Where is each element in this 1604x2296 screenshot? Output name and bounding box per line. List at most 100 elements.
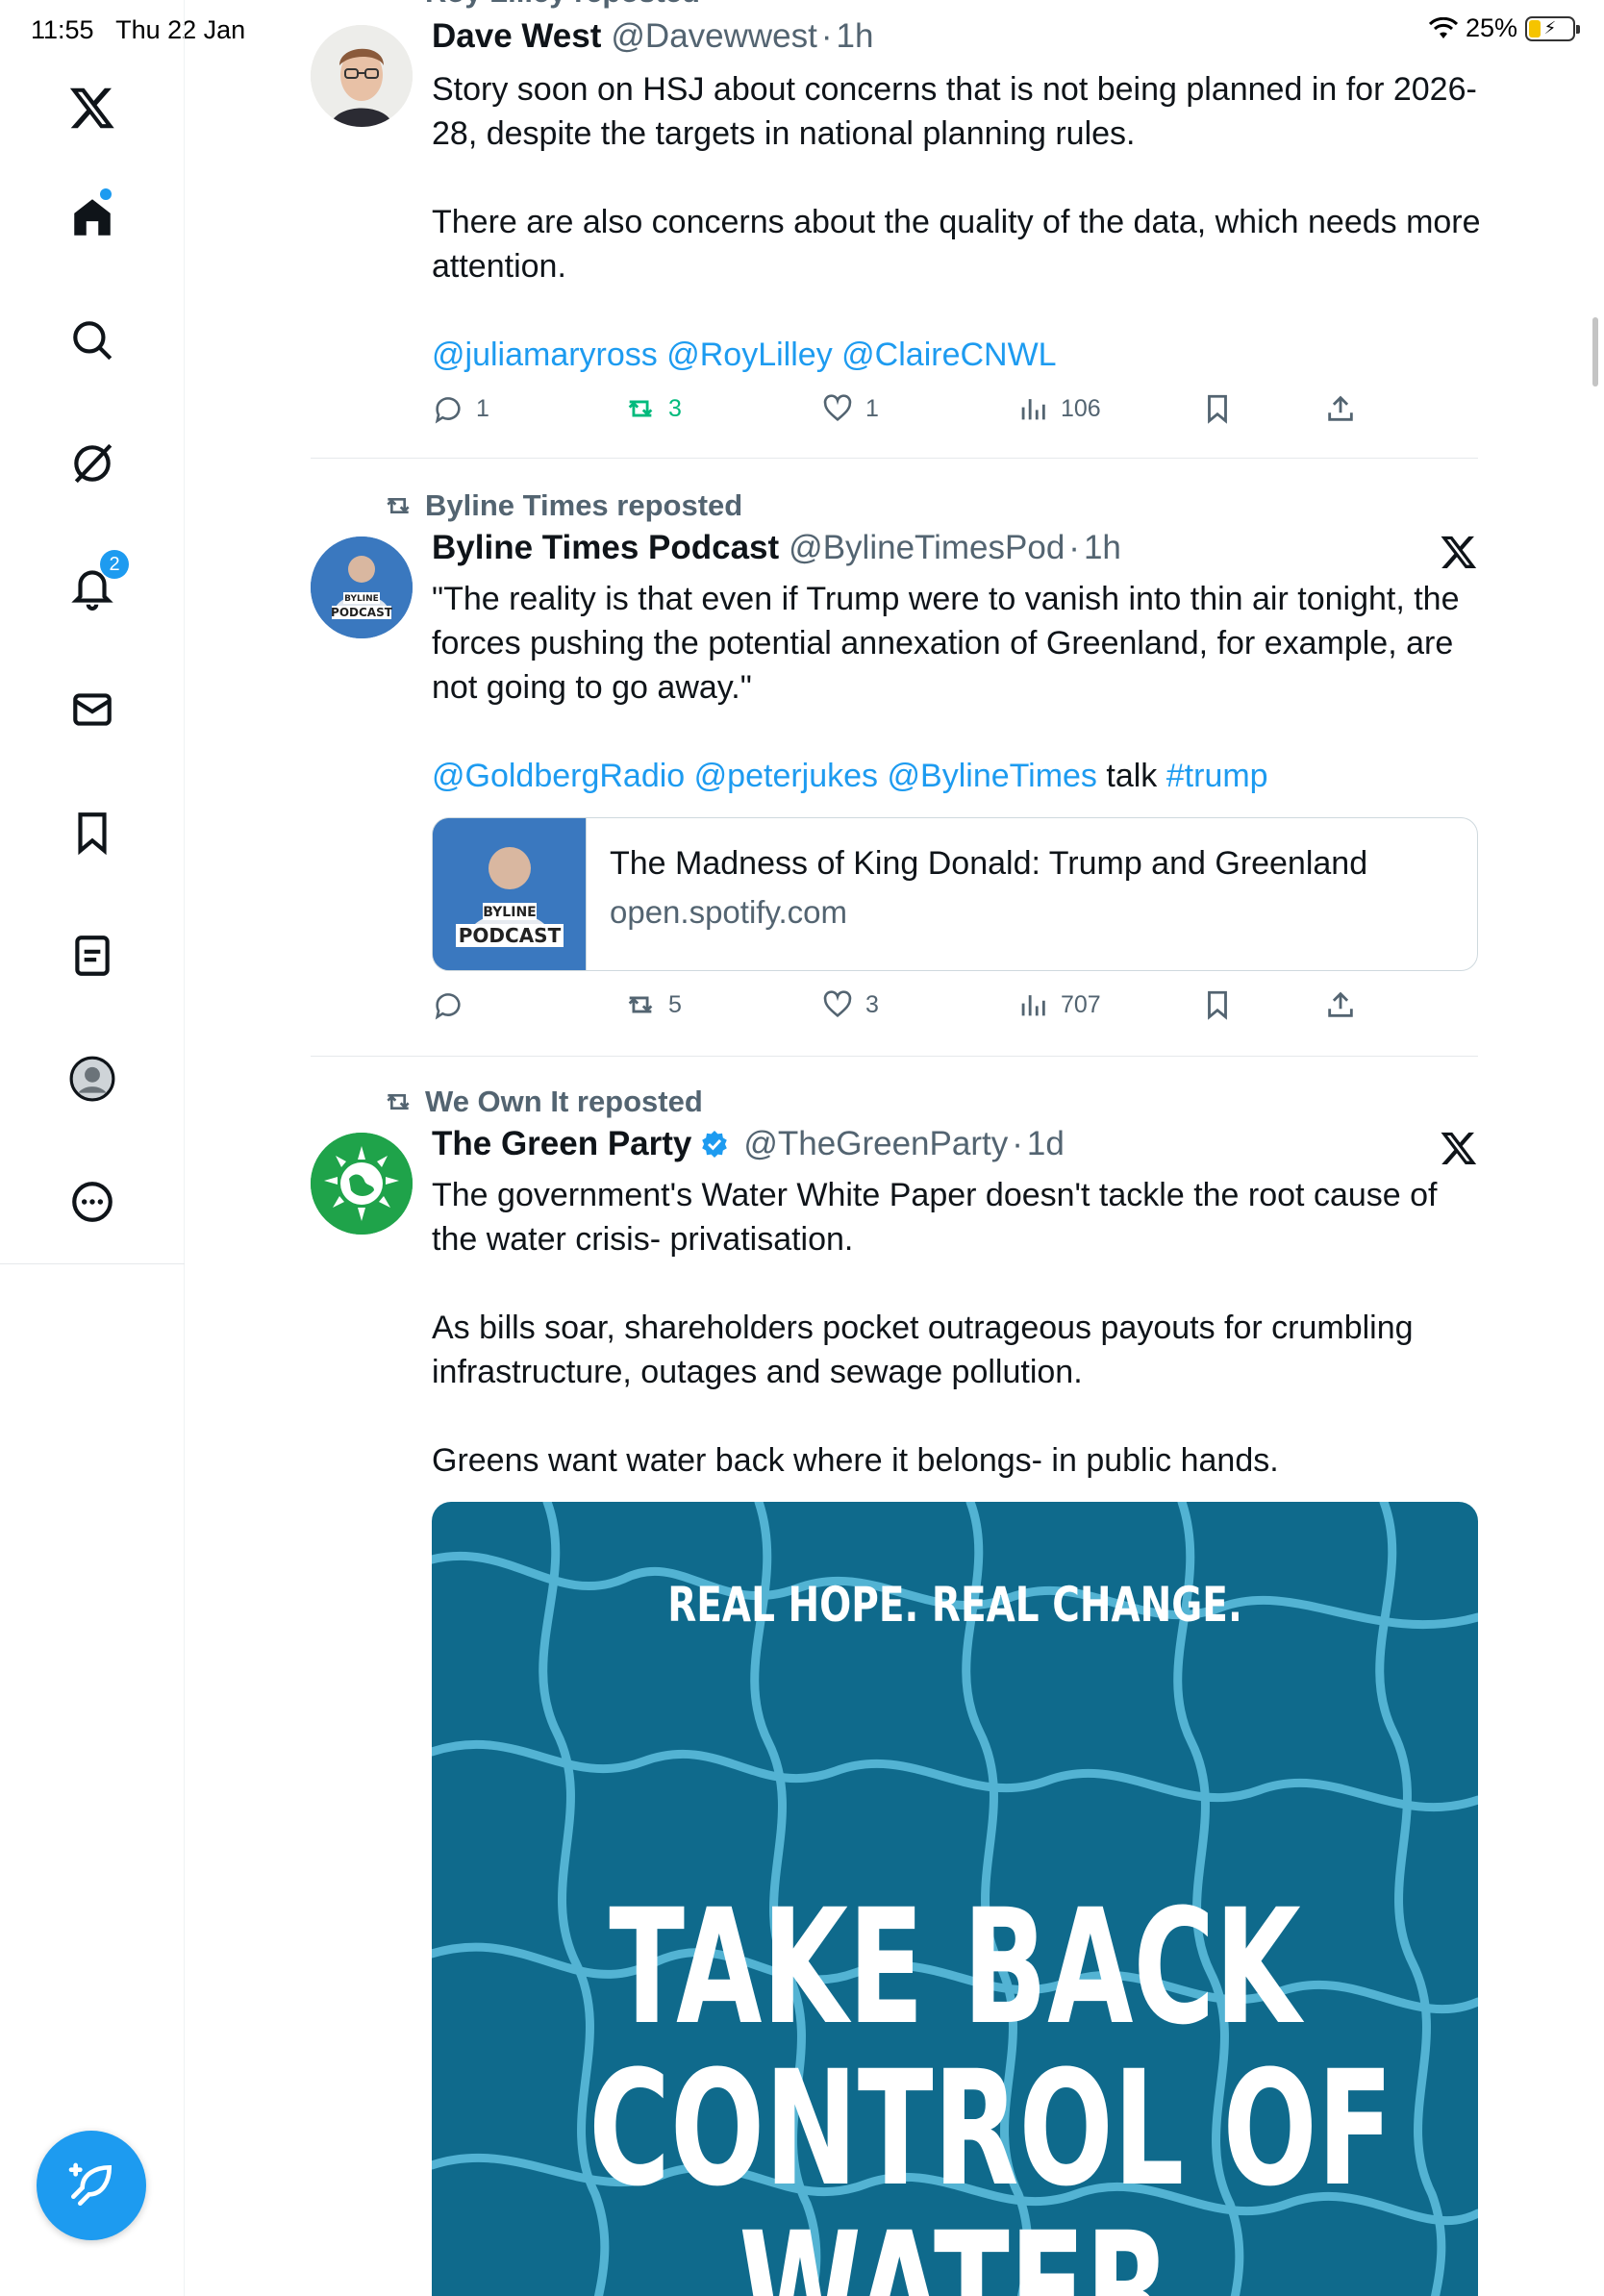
mention-link[interactable]: @ClaireCNWL: [841, 337, 1056, 373]
mention-line: @juliamaryross @RoyLilley @ClaireCNWL: [432, 333, 1490, 377]
tweet-paragraph: There are also concerns about the qualit…: [432, 204, 1481, 285]
author-handle[interactable]: @TheGreenParty: [743, 1125, 1008, 1163]
reply-icon: [435, 993, 461, 1020]
card-text: The Madness of King Donald: Trump and Gr…: [587, 818, 1367, 970]
bookmark-button[interactable]: [1201, 392, 1234, 425]
tweet-actions: 5 3 707: [432, 988, 1393, 1027]
nav-messages[interactable]: [54, 671, 131, 748]
profile-avatar-icon: [69, 1056, 115, 1102]
tweet[interactable]: We Own It reposted The Green Party @TheG…: [311, 1077, 1478, 2296]
plain-word: talk: [1106, 758, 1158, 794]
repost-icon: [628, 400, 653, 417]
tweet-paragraph: The government's Water White Paper doesn…: [432, 1177, 1438, 1258]
avatar-byline-text: BYLINE: [344, 594, 379, 604]
home-new-dot: [100, 188, 112, 200]
nav-lists[interactable]: [54, 917, 131, 994]
card-thumbnail: BYLINE PODCAST: [433, 818, 587, 970]
avatar[interactable]: BYLINE PODCAST: [311, 537, 413, 638]
card-domain: open.spotify.com: [610, 894, 848, 930]
x-logo-button[interactable]: [54, 69, 131, 146]
media-headline-line: WATER: [739, 2198, 1171, 2296]
like-button[interactable]: 1: [821, 392, 879, 425]
author-name[interactable]: Dave West: [432, 17, 601, 56]
nav-bookmarks[interactable]: [54, 794, 131, 871]
views-chart-icon: [1021, 399, 1045, 420]
view-count: 106: [1061, 394, 1101, 422]
link-card[interactable]: BYLINE PODCAST The Madness of King Donal…: [432, 817, 1478, 971]
bookmark-icon: [1208, 990, 1227, 1020]
separator-dot: ·: [820, 17, 833, 55]
separator-dot: ·: [1012, 1125, 1023, 1162]
reply-icon: [435, 397, 461, 424]
views-chart-icon: [1021, 995, 1045, 1016]
timestamp[interactable]: 1h: [1084, 529, 1121, 567]
repost-icon: [628, 996, 653, 1013]
grok-icon: [74, 443, 113, 484]
tweet-media-image[interactable]: REAL HOPE. REAL CHANGE. TAKE BACK CONTRO…: [432, 1502, 1478, 2296]
author-handle[interactable]: @Davewwest: [611, 17, 816, 56]
mention-link[interactable]: @RoyLilley: [666, 337, 832, 373]
sidebar-divider: [0, 1263, 185, 1264]
like-count: 1: [865, 394, 879, 422]
bookmark-icon: [78, 812, 107, 856]
bookmark-icon: [1208, 394, 1227, 424]
timestamp[interactable]: 1h: [837, 17, 874, 56]
tweet[interactable]: Byline Times reposted BYLINE PODCAST Byl…: [311, 481, 1478, 1058]
tweet-paragraph: Story soon on HSJ about concerns that is…: [432, 71, 1477, 152]
tweet-divider: [311, 1056, 1478, 1057]
reply-button[interactable]: 1: [432, 392, 489, 425]
tweet[interactable]: Roy Lilley reposted Dave West @Davewwest…: [311, 0, 1481, 462]
nav-home[interactable]: [54, 179, 131, 256]
nav-notifications[interactable]: 2: [54, 548, 131, 625]
x-logo-icon: [69, 87, 114, 129]
author-handle[interactable]: @BylineTimesPod: [789, 529, 1065, 567]
repost-icon: [387, 498, 410, 513]
home-icon: [74, 199, 111, 236]
repost-context: Roy Lilley reposted: [383, 0, 700, 10]
repost-label: We Own It reposted: [425, 1085, 703, 1118]
scrollbar-thumb[interactable]: [1592, 317, 1598, 387]
repost-button[interactable]: 5: [624, 988, 682, 1021]
timestamp[interactable]: 1d: [1027, 1125, 1065, 1163]
tweet-header: The Green Party @TheGreenParty · 1d: [432, 1125, 1065, 1163]
compose-button[interactable]: [37, 2131, 146, 2240]
repost-button[interactable]: 3: [624, 392, 682, 425]
views-button[interactable]: 707: [1016, 988, 1101, 1021]
reply-button[interactable]: [432, 988, 476, 1021]
share-button[interactable]: [1324, 988, 1357, 1021]
nav-search[interactable]: [54, 302, 131, 379]
x-logo-icon: [1441, 536, 1477, 568]
views-button[interactable]: 106: [1016, 392, 1101, 425]
tweet-text: "The reality is that even if Trump were …: [432, 577, 1490, 798]
bookmark-button[interactable]: [1201, 988, 1234, 1021]
like-button[interactable]: 3: [821, 988, 879, 1021]
author-name[interactable]: The Green Party: [432, 1125, 691, 1163]
separator-dot: ·: [1068, 529, 1080, 566]
nav-grok[interactable]: [54, 425, 131, 502]
like-count: 3: [865, 990, 879, 1018]
thumb-byline-text: BYLINE: [483, 905, 536, 920]
mention-link[interactable]: @juliamaryross: [432, 337, 658, 373]
avatar[interactable]: [311, 25, 413, 127]
verified-badge-icon: [702, 1131, 728, 1158]
mention-link[interactable]: @peterjukes: [694, 758, 878, 794]
share-icon: [1328, 395, 1353, 421]
nav-profile[interactable]: [54, 1040, 131, 1117]
view-count: 707: [1061, 990, 1101, 1018]
repost-icon: [387, 1094, 410, 1110]
repost-count: 5: [668, 990, 682, 1018]
mention-link[interactable]: @BylineTimes: [888, 758, 1097, 794]
hashtag-link[interactable]: #trump: [1166, 758, 1268, 794]
tweet-header: Dave West @Davewwest · 1h: [432, 17, 873, 56]
sidebar: 2: [0, 0, 185, 2296]
battery-level: [1529, 19, 1541, 37]
tweet-actions: 1 3 1 106: [432, 392, 1393, 431]
dave-west-avatar-image: [311, 25, 413, 127]
nav-more[interactable]: [54, 1163, 131, 1240]
x-app-screen: 11:55 Thu 22 Jan 25% ⚡ 2 Dave West @Dave…: [0, 0, 1604, 2296]
avatar[interactable]: [311, 1133, 413, 1235]
author-name[interactable]: Byline Times Podcast: [432, 529, 779, 567]
share-button[interactable]: [1324, 392, 1357, 425]
thumb-podcast-text: PODCAST: [459, 924, 562, 947]
mention-link[interactable]: @GoldbergRadio: [432, 758, 685, 794]
